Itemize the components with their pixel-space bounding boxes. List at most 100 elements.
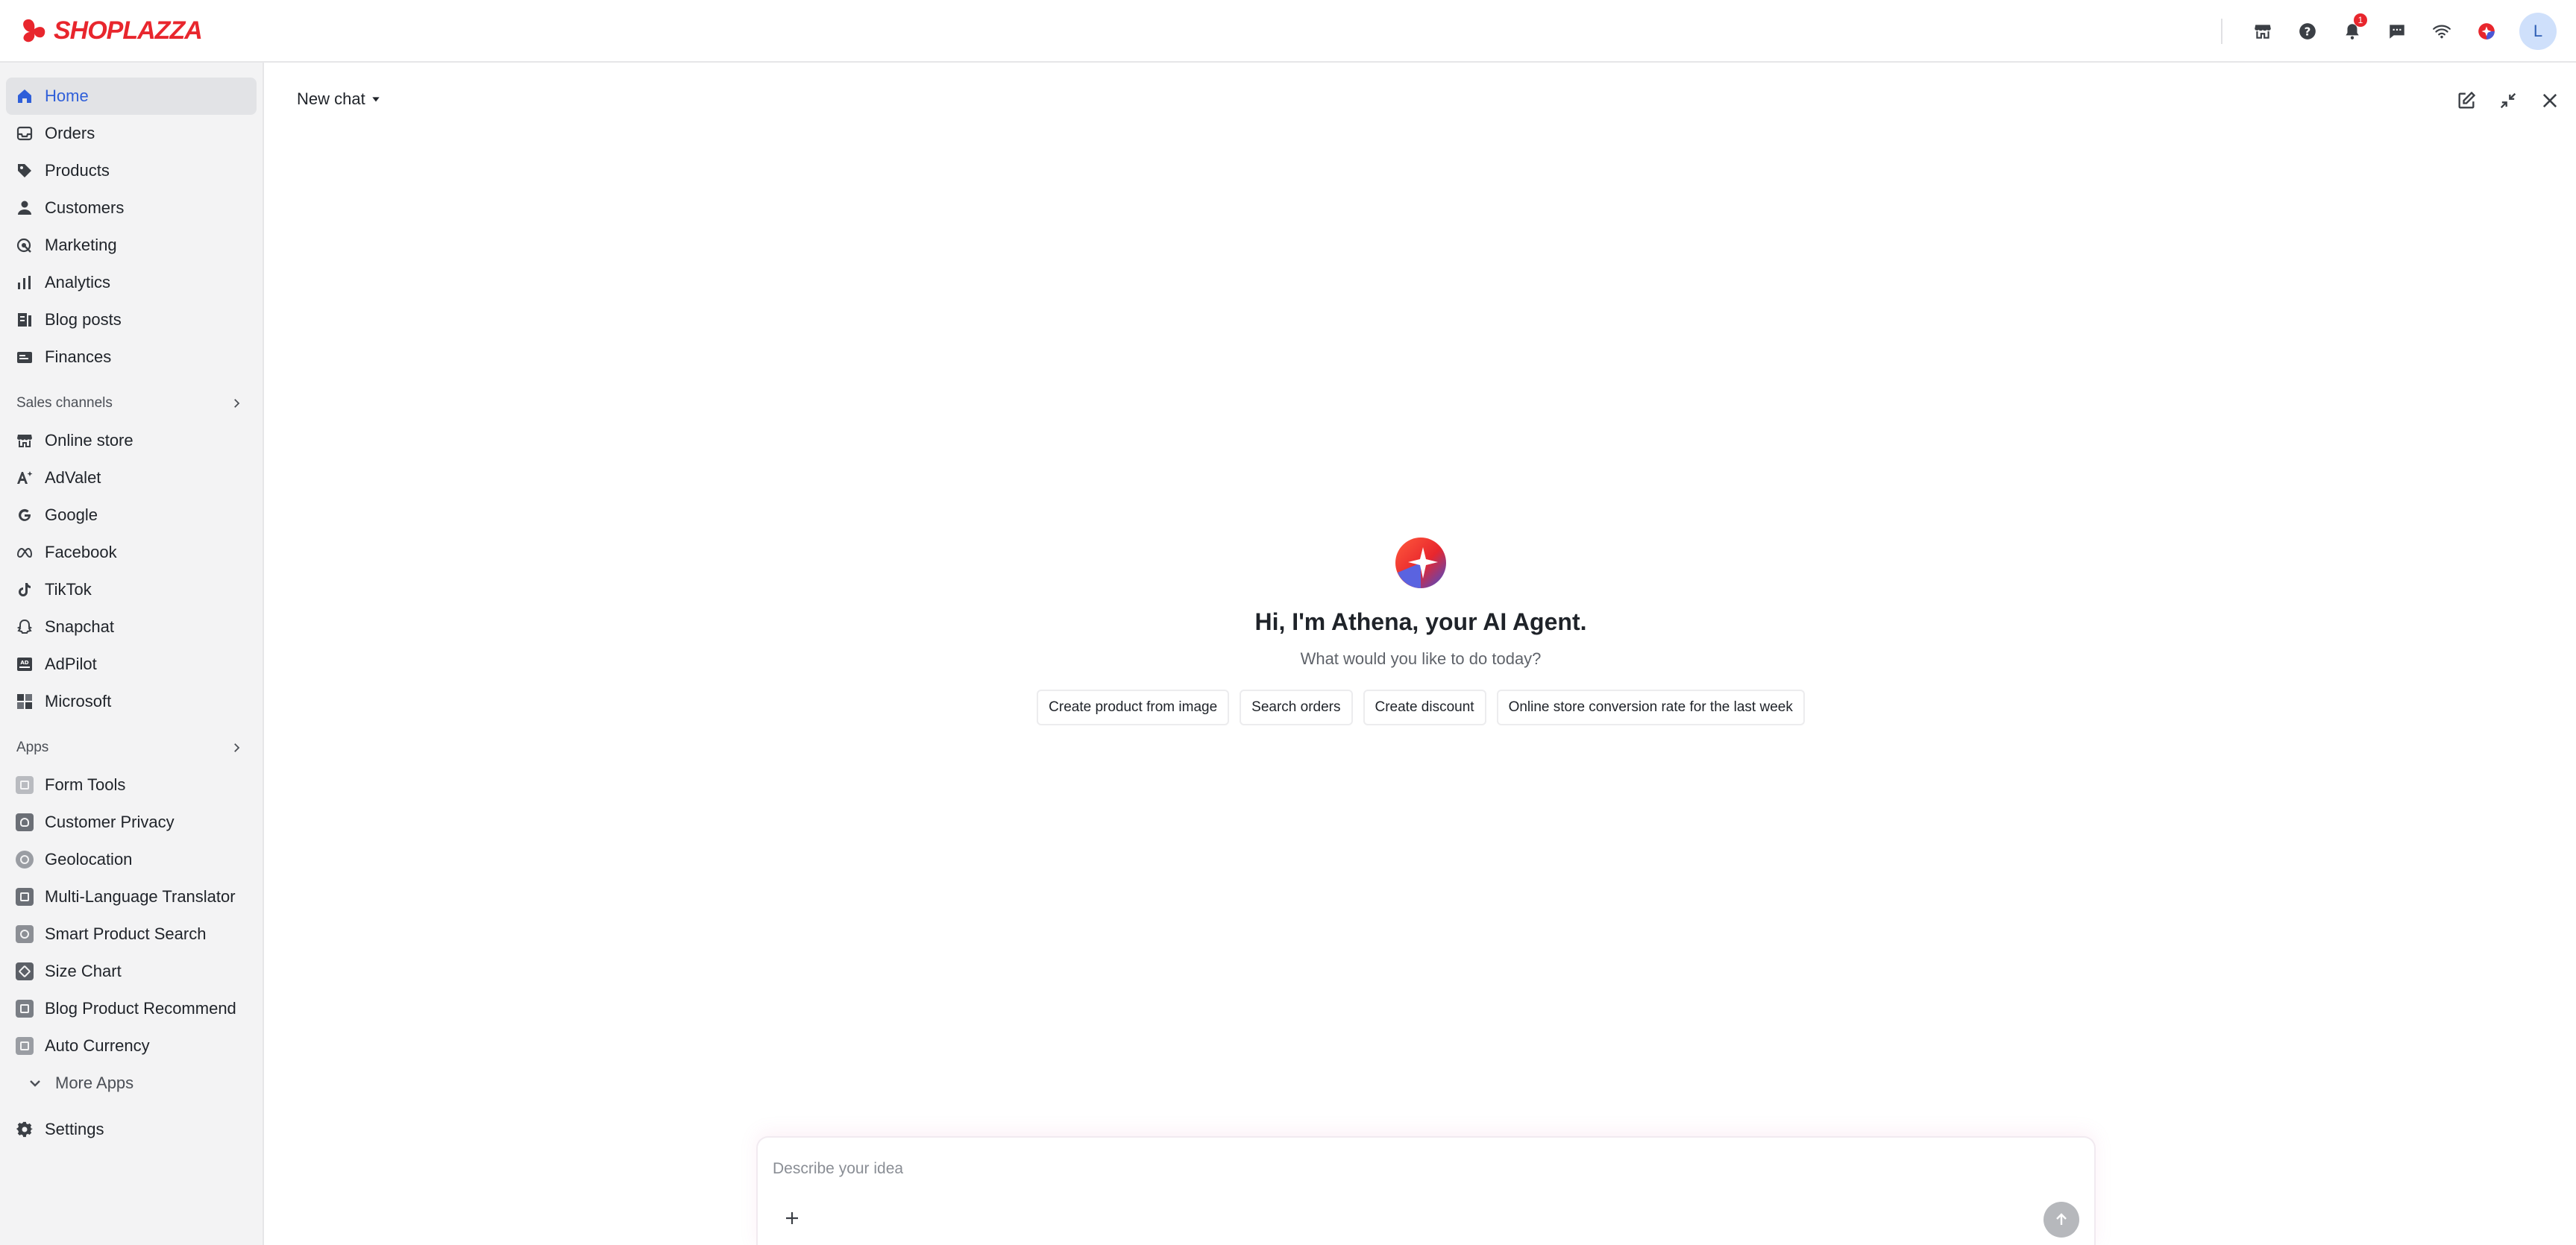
sidebar-item-microsoft[interactable]: Microsoft (6, 683, 257, 720)
store-icon[interactable] (2240, 9, 2285, 54)
sidebar-item-analytics[interactable]: Analytics (6, 264, 257, 301)
sidebar-item-home[interactable]: Home (6, 78, 257, 115)
athena-icon[interactable] (2464, 9, 2509, 54)
sidebar-item-customer-privacy[interactable]: Customer Privacy (6, 804, 257, 841)
wifi-icon[interactable] (2419, 9, 2464, 54)
target-icon (15, 236, 34, 255)
help-icon[interactable]: ? (2285, 9, 2330, 54)
sidebar-item-blog-product-recommend[interactable]: Blog Product Recommend (6, 990, 257, 1027)
blog-icon (15, 310, 34, 330)
welcome-title: Hi, I'm Athena, your AI Agent. (1254, 608, 1587, 635)
edit-icon (2458, 91, 2476, 109)
sidebar-item-label: Customer Privacy (45, 813, 175, 831)
sidebar-item-multi-language-translator[interactable]: Multi-Language Translator (6, 878, 257, 915)
sidebar-item-geolocation[interactable]: Geolocation (6, 841, 257, 878)
svg-text:?: ? (2305, 25, 2311, 38)
sidebar-item-online-store[interactable]: Online store (6, 422, 257, 459)
bar-chart-icon (15, 273, 34, 292)
microsoft-icon (15, 692, 34, 711)
sidebar-item-advalet[interactable]: AdValet (6, 459, 257, 497)
sidebar-item-label: Geolocation (45, 850, 133, 869)
google-icon (15, 505, 34, 525)
translate-icon (15, 887, 34, 907)
sidebar-item-label: Google (45, 505, 98, 524)
sidebar-item-facebook[interactable]: Facebook (6, 534, 257, 571)
ruler-icon (15, 962, 34, 981)
sidebar-item-settings[interactable]: Settings (6, 1111, 257, 1148)
suggestion-chip[interactable]: Online store conversion rate for the las… (1496, 690, 1805, 725)
app-root: SHOPLAZZA ? 1 L Home Orders Products Cus… (0, 0, 2576, 1245)
chat-toolbar (2449, 83, 2567, 118)
sidebar-item-label: Analytics (45, 273, 111, 291)
minimize-button[interactable] (2491, 83, 2525, 118)
sidebar-item-label: Snapchat (45, 617, 114, 636)
sidebar-item-blog-posts[interactable]: Blog posts (6, 301, 257, 338)
top-bar: SHOPLAZZA ? 1 L (0, 0, 2576, 63)
attach-button[interactable] (779, 1205, 805, 1232)
close-icon (2542, 93, 2557, 108)
tag-icon (15, 161, 34, 180)
sidebar-item-snapchat[interactable]: Snapchat (6, 608, 257, 646)
sidebar-item-label: Online store (45, 431, 133, 450)
chat-input[interactable] (773, 1154, 2041, 1184)
recommend-icon (15, 999, 34, 1018)
home-icon (15, 86, 34, 106)
close-button[interactable] (2533, 83, 2567, 118)
chat-title-dropdown[interactable]: New chat (297, 89, 382, 109)
new-chat-button[interactable] (2449, 83, 2484, 118)
suggestion-chip[interactable]: Create discount (1363, 690, 1486, 725)
apps-header[interactable]: Apps (0, 729, 263, 766)
ai-icon (15, 468, 34, 488)
sidebar-item-adpilot[interactable]: AD AdPilot (6, 646, 257, 683)
sidebar-item-smart-product-search[interactable]: Smart Product Search (6, 915, 257, 953)
bell-icon[interactable]: 1 (2330, 9, 2375, 54)
chat-title: New chat (297, 89, 365, 108)
sidebar-item-label: Form Tools (45, 775, 126, 794)
suggestion-chip[interactable]: Search orders (1240, 690, 1353, 725)
top-divider (2221, 19, 2222, 44)
notification-badge: 1 (2354, 13, 2367, 27)
send-button[interactable] (2043, 1202, 2079, 1238)
ad-icon: AD (15, 655, 34, 674)
sidebar-item-label: Blog Product Recommend (45, 999, 236, 1018)
person-icon (15, 198, 34, 218)
sidebar-item-size-chart[interactable]: Size Chart (6, 953, 257, 990)
chevron-down-icon (25, 1074, 45, 1093)
more-apps-toggle[interactable]: More Apps (6, 1065, 257, 1102)
sidebar-item-products[interactable]: Products (6, 152, 257, 189)
section-label: Apps (16, 740, 49, 755)
sidebar-item-finances[interactable]: Finances (6, 338, 257, 376)
shoplazza-logo-icon (23, 19, 45, 42)
welcome-section: Hi, I'm Athena, your AI Agent. What woul… (264, 537, 2576, 725)
svg-text:AD: AD (20, 660, 28, 666)
brand-logo[interactable]: SHOPLAZZA (19, 16, 203, 45)
globe-icon (15, 850, 34, 869)
user-avatar[interactable]: L (2519, 13, 2557, 50)
sales-channels-header[interactable]: Sales channels (0, 385, 263, 422)
suggestion-chip[interactable]: Create product from image (1037, 690, 1230, 725)
sidebar-item-tiktok[interactable]: TikTok (6, 571, 257, 608)
sidebar-item-label: Finances (45, 347, 112, 366)
welcome-subtitle: What would you like to do today? (1300, 649, 1542, 668)
meta-icon (15, 543, 34, 562)
sidebar-item-form-tools[interactable]: Form Tools (6, 766, 257, 804)
sidebar-item-label: Multi-Language Translator (45, 887, 236, 906)
sidebar-item-customers[interactable]: Customers (6, 189, 257, 227)
currency-icon (15, 1036, 34, 1056)
form-tools-icon (15, 775, 34, 795)
chat-icon[interactable] (2375, 9, 2419, 54)
sidebar-item-label: Size Chart (45, 962, 122, 980)
sidebar-item-label: Customers (45, 198, 125, 217)
shield-icon (15, 813, 34, 832)
wallet-icon (15, 347, 34, 367)
sidebar-item-google[interactable]: Google (6, 497, 257, 534)
arrow-up-icon (2056, 1213, 2067, 1225)
chat-composer (756, 1136, 2096, 1245)
sidebar-item-marketing[interactable]: Marketing (6, 227, 257, 264)
sidebar-item-label: Facebook (45, 543, 117, 561)
sidebar-item-auto-currency[interactable]: Auto Currency (6, 1027, 257, 1065)
sidebar-item-orders[interactable]: Orders (6, 115, 257, 152)
sidebar-item-label: AdValet (45, 468, 101, 487)
sidebar-item-label: Orders (45, 124, 95, 142)
plus-icon (786, 1212, 798, 1224)
